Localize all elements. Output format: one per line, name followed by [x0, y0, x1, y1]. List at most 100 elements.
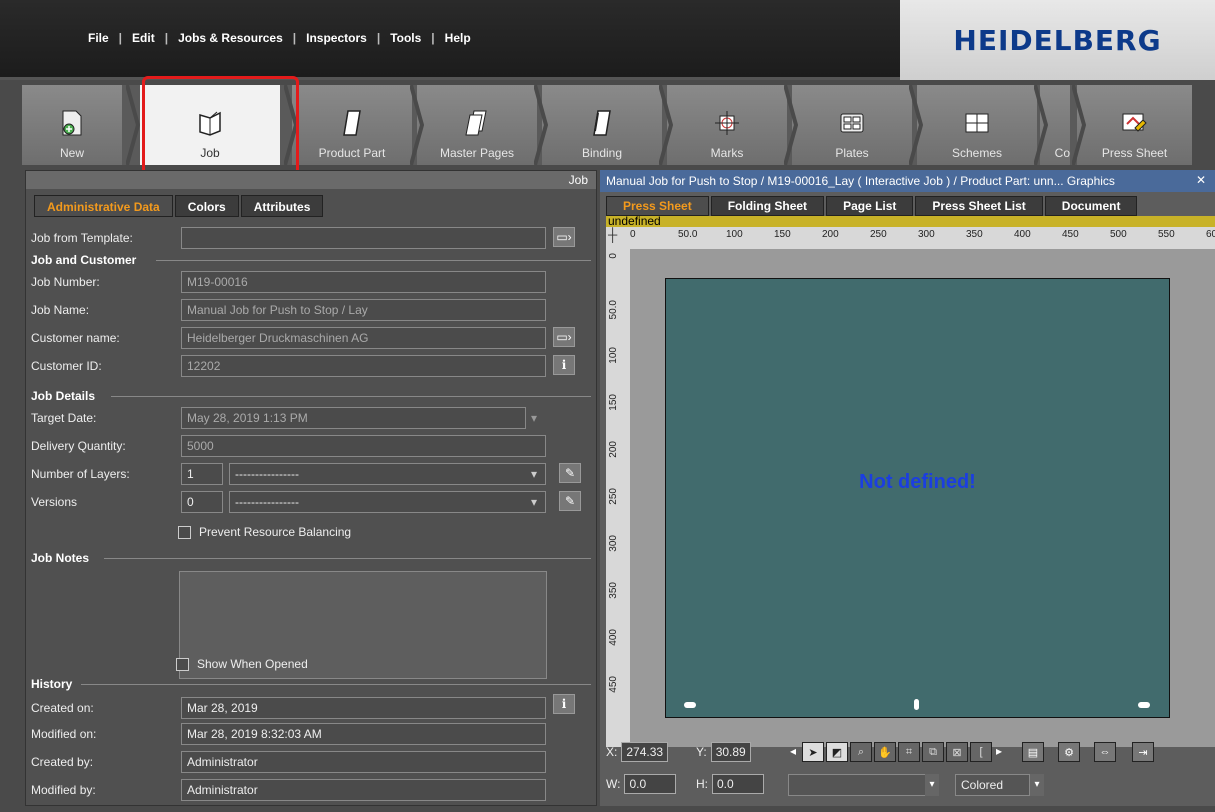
- prevent-balancing-label: Prevent Resource Balancing: [199, 525, 352, 539]
- menu-edit[interactable]: Edit: [122, 31, 165, 45]
- job-number-field[interactable]: M19-00016: [181, 271, 546, 293]
- job-step-highlight: [142, 76, 299, 176]
- job-template-field[interactable]: [181, 227, 546, 249]
- settings-icon[interactable]: ⚙: [1058, 742, 1080, 762]
- delivery-qty-field[interactable]: 5000: [181, 435, 546, 457]
- tab-folding-sheet[interactable]: Folding Sheet: [710, 196, 825, 216]
- fit-width-icon[interactable]: ⇔: [1094, 742, 1116, 762]
- ruler-tick-label: 50.0: [678, 229, 698, 240]
- chevron-down-icon[interactable]: ▾: [531, 467, 537, 481]
- step-separator-arrow: [909, 85, 923, 165]
- chevron-down-icon[interactable]: ▾: [1030, 774, 1044, 796]
- section-job-customer: Job and Customer: [31, 253, 137, 267]
- zoom-tool-icon[interactable]: ⌕: [850, 742, 872, 762]
- crosshair-icon[interactable]: ┼: [608, 227, 617, 242]
- step-label: Schemes: [951, 146, 1003, 160]
- step-product-part[interactable]: Product Part: [292, 85, 412, 165]
- step-press-sheet[interactable]: Press Sheet: [1077, 85, 1192, 165]
- edit-layers-icon[interactable]: ✎: [559, 463, 581, 483]
- step-separator-arrow: [126, 85, 140, 165]
- menu-help[interactable]: Help: [435, 31, 481, 45]
- ruler-tick-label: 100: [726, 229, 743, 240]
- checkbox-box[interactable]: [178, 525, 191, 539]
- ruler-tick-label: 400: [608, 629, 619, 646]
- target-date-label: Target Date:: [31, 411, 97, 425]
- created-on-field: Mar 28, 2019: [181, 697, 546, 719]
- customer-info-icon[interactable]: i: [553, 355, 575, 375]
- separation-select[interactable]: [788, 774, 938, 796]
- show-when-opened-checkbox[interactable]: Show When Opened: [176, 657, 308, 671]
- step-label: Press Sheet: [1101, 146, 1168, 160]
- delete-tool-icon[interactable]: ⊠: [946, 742, 968, 762]
- menu-tools[interactable]: Tools: [380, 31, 431, 45]
- tab-document[interactable]: Document: [1044, 196, 1138, 216]
- menu-inspectors[interactable]: Inspectors: [296, 31, 377, 45]
- menu-file[interactable]: File: [78, 31, 119, 45]
- ruler-tick-label: 300: [918, 229, 935, 240]
- close-icon[interactable]: ✕: [1196, 173, 1206, 187]
- job-name-field[interactable]: Manual Job for Push to Stop / Lay: [181, 299, 546, 321]
- customer-id-label: Customer ID:: [31, 359, 102, 373]
- versions-select[interactable]: ----------------: [229, 491, 546, 513]
- step-plates[interactable]: Plates: [792, 85, 912, 165]
- section-history: History: [31, 677, 73, 691]
- ruler-tick-label: 250: [608, 488, 619, 505]
- export-icon[interactable]: ⇥: [1132, 742, 1154, 762]
- job-number-label: Job Number:: [31, 275, 100, 289]
- customer-id-field[interactable]: 12202: [181, 355, 546, 377]
- tab-administrative-data[interactable]: Administrative Data: [34, 195, 173, 217]
- tab-colors[interactable]: Colors: [174, 195, 239, 217]
- chevron-down-icon[interactable]: ▾: [531, 411, 537, 425]
- x-coordinate: X: 274.33: [606, 742, 669, 762]
- tab-attributes[interactable]: Attributes: [240, 195, 324, 217]
- w-field[interactable]: 0.0: [624, 774, 677, 794]
- versions-field[interactable]: 0: [181, 491, 223, 513]
- heidelberg-logo: HEIDELBERG: [900, 0, 1215, 80]
- template-browse-icon[interactable]: ▭›: [553, 227, 575, 247]
- chevron-down-icon[interactable]: ▾: [531, 495, 537, 509]
- divider: [156, 260, 591, 261]
- y-field[interactable]: 30.89: [710, 742, 751, 762]
- history-info-icon[interactable]: i: [553, 694, 575, 714]
- customer-name-field[interactable]: Heidelberger Druckmaschinen AG: [181, 327, 546, 349]
- h-field[interactable]: 0.0: [712, 774, 764, 794]
- scroll-left-icon[interactable]: ◂: [790, 744, 796, 758]
- hand-tool-icon[interactable]: ✋: [874, 742, 896, 762]
- step-master-pages[interactable]: Master Pages: [417, 85, 537, 165]
- ruler-tick-label: 400: [1014, 229, 1031, 240]
- step-separator-arrow: [659, 85, 673, 165]
- more-tool-icon[interactable]: [: [970, 742, 992, 762]
- ruler-tick-label: 50.0: [608, 300, 619, 320]
- step-binding[interactable]: Binding: [542, 85, 662, 165]
- pointer-tool-icon[interactable]: ➤: [802, 742, 824, 762]
- layers-label: Number of Layers:: [31, 467, 130, 481]
- edit-versions-icon[interactable]: ✎: [559, 491, 581, 511]
- created-by-label: Created by:: [31, 755, 94, 769]
- layers-field[interactable]: 1: [181, 463, 223, 485]
- customer-browse-icon[interactable]: ▭›: [553, 327, 575, 347]
- menu-jobs-resources[interactable]: Jobs & Resources: [168, 31, 293, 45]
- chevron-down-icon[interactable]: ▾: [925, 774, 939, 796]
- step-marks[interactable]: Marks: [667, 85, 787, 165]
- x-field[interactable]: 274.33: [621, 742, 669, 762]
- step-label: Product Part: [318, 146, 386, 160]
- scroll-right-icon[interactable]: ▸: [996, 744, 1002, 758]
- target-date-field[interactable]: May 28, 2019 1:13 PM: [181, 407, 526, 429]
- step-new[interactable]: New: [22, 85, 122, 165]
- layers-select[interactable]: ----------------: [229, 463, 546, 485]
- checkbox-box[interactable]: [176, 657, 189, 671]
- press-sheet-canvas[interactable]: Not defined!: [665, 278, 1170, 718]
- tab-press-sheet-list[interactable]: Press Sheet List: [915, 196, 1043, 216]
- step-separator-arrow: [1034, 85, 1048, 165]
- select-tool-icon[interactable]: ◩: [826, 742, 848, 762]
- layout-view-icon[interactable]: ▤: [1022, 742, 1044, 762]
- step-schemes[interactable]: Schemes: [917, 85, 1037, 165]
- tab-page-list[interactable]: Page List: [826, 196, 914, 216]
- tab-press-sheet[interactable]: Press Sheet: [606, 196, 709, 216]
- h-label: H:: [696, 777, 708, 791]
- modified-on-label: Modified on:: [31, 727, 97, 741]
- color-mode-select[interactable]: Colored: [955, 774, 1030, 796]
- copy-tool-icon[interactable]: ⧉: [922, 742, 944, 762]
- crop-tool-icon[interactable]: ⌗: [898, 742, 920, 762]
- prevent-balancing-checkbox[interactable]: Prevent Resource Balancing: [178, 525, 351, 539]
